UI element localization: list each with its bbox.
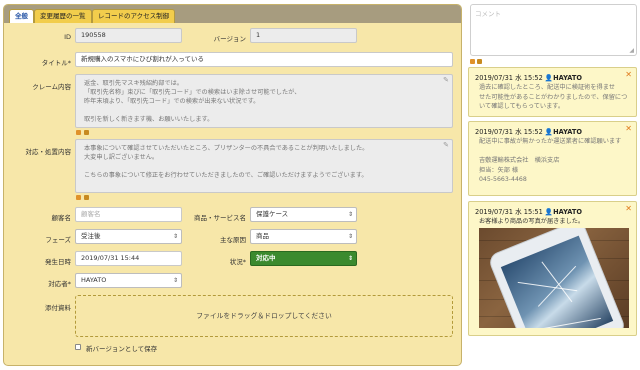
attach-icon[interactable] (84, 130, 89, 135)
updown-icon: ⇕ (347, 233, 353, 240)
customer-input[interactable]: 顧客名 (75, 207, 182, 222)
updown-icon: ⇕ (347, 255, 353, 262)
assignee-label: 対応者* (48, 280, 71, 288)
customer-label: 顧客名 (51, 214, 72, 222)
response-line: こちらの事象について修正をお行わせていただきましたので、ご確認いただけますようで… (84, 172, 368, 179)
attachments-label: 添付資料 (45, 304, 71, 312)
claim-line: 取引を新しく新きます機、お願いいたします。 (84, 116, 214, 123)
claim-textarea[interactable]: ✎ 返金、取引先マスキ残紹約部では。 「取引先名称」束びに「取引先コード」での検… (75, 74, 453, 128)
tab-bar: 全般 変更履歴の一覧 レコードのアクセス制御 (4, 5, 461, 23)
comment-card: 2019/07/31 水 15:52 👤HAYATO ✕ 配送中に事故が無かった… (468, 121, 637, 196)
status-label: 状況* (229, 258, 246, 266)
claim-line: 「取引先名称」束びに「取引先コード」での検索はいま除させ可能でしたが、 (84, 89, 301, 96)
comment-input[interactable]: コメント ◢ (470, 4, 637, 56)
comment-body: 過去に確認したところ、配送中に検証術を得ませ せた可能性があることがわかりました… (479, 84, 628, 110)
save-new-version-label: 新バージョンとして保存 (86, 345, 158, 353)
close-icon[interactable]: ✕ (625, 124, 632, 133)
pencil-icon[interactable]: ✎ (443, 141, 449, 150)
response-label: 対応・処置内容 (25, 148, 72, 156)
attach-icon[interactable] (477, 59, 482, 64)
product-label: 商品・サービス名 (194, 214, 246, 222)
phone-image (488, 228, 626, 328)
file-drop-zone[interactable]: ファイルをドラッグ＆ドロップしてください (75, 295, 453, 337)
attach-icon[interactable] (84, 195, 89, 200)
comment-card: 2019/07/31 水 15:51 👤HAYATO ✕ お客様より商品の写真が… (468, 201, 637, 336)
cause-label: 主な原因 (220, 236, 246, 244)
tab-access-control[interactable]: レコードのアクセス制御 (92, 9, 176, 23)
updown-icon: ⇕ (347, 211, 353, 218)
claim-line (84, 106, 444, 115)
version-label: バージョン (213, 35, 246, 43)
response-line: 大変申し訳ございません。 (84, 154, 159, 161)
title-input[interactable]: 新規購入のスマホにひび割れが入っている (75, 52, 453, 67)
product-select[interactable]: 保護ケース ⇕ (250, 207, 357, 222)
phase-label: フェーズ (45, 236, 71, 244)
cracked-phone-photo[interactable] (479, 228, 629, 328)
title-label: タイトル* (41, 59, 71, 67)
claim-line: 返金、取引先マスキ残紹約部では。 (84, 80, 183, 87)
comment-placeholder: コメント (475, 10, 501, 18)
comment-card: 2019/07/31 水 15:52 👤HAYATO ✕ 過去に確認したところ、… (468, 67, 637, 117)
resize-handle-icon[interactable]: ◢ (629, 47, 634, 54)
version-field: 1 (250, 28, 357, 43)
updown-icon: ⇕ (172, 233, 178, 240)
image-icon[interactable] (76, 195, 81, 200)
id-label: ID (64, 33, 71, 41)
date-label: 発生日時 (45, 258, 71, 266)
comment-body: お客様より商品の写真が届きました。 (479, 218, 585, 225)
save-new-version-checkbox[interactable] (75, 344, 81, 350)
cause-select[interactable]: 商品 ⇕ (250, 229, 357, 244)
claim-line: 昨年末頃より、「取引先コード」での検索が出来ない状況です。 (84, 98, 260, 105)
user-icon: 👤 (544, 74, 554, 82)
tab-change-history[interactable]: 変更履歴の一覧 (34, 9, 92, 23)
comment-body: 配送中に事故が無かったか運送業者に確認願います 吉敷運輸株式会社 横浜支店 担当… (479, 138, 622, 183)
user-icon: 👤 (544, 128, 554, 136)
pencil-icon[interactable]: ✎ (443, 76, 449, 85)
user-icon: 👤 (544, 208, 554, 216)
date-input[interactable]: 2019/07/31 15:44 (75, 251, 182, 266)
assignee-select[interactable]: HAYATO ⇕ (75, 273, 182, 288)
response-line (84, 162, 444, 171)
comment-header: 2019/07/31 水 15:52 👤HAYATO (475, 128, 582, 136)
image-icon[interactable] (76, 130, 81, 135)
id-field: 190558 (75, 28, 182, 43)
comment-header: 2019/07/31 水 15:52 👤HAYATO (475, 74, 582, 82)
status-select[interactable]: 対応中 ⇕ (250, 251, 357, 266)
close-icon[interactable]: ✕ (625, 204, 632, 213)
claim-label: クレーム内容 (32, 83, 71, 91)
response-textarea[interactable]: ✎ 本事象について確認させていただいたところ、プリザンターの不具合であることが判… (75, 139, 453, 193)
image-icon[interactable] (470, 59, 475, 64)
record-form-panel: 全般 変更履歴の一覧 レコードのアクセス制御 ID 190558 バージョン 1… (3, 4, 462, 366)
close-icon[interactable]: ✕ (625, 70, 632, 79)
comment-header: 2019/07/31 水 15:51 👤HAYATO (475, 208, 582, 216)
tab-general[interactable]: 全般 (9, 9, 34, 23)
response-line: 本事象について確認させていただいたところ、プリザンターの不具合であることが判明い… (84, 145, 369, 152)
updown-icon: ⇕ (172, 277, 178, 284)
phase-select[interactable]: 受注後 ⇕ (75, 229, 182, 244)
